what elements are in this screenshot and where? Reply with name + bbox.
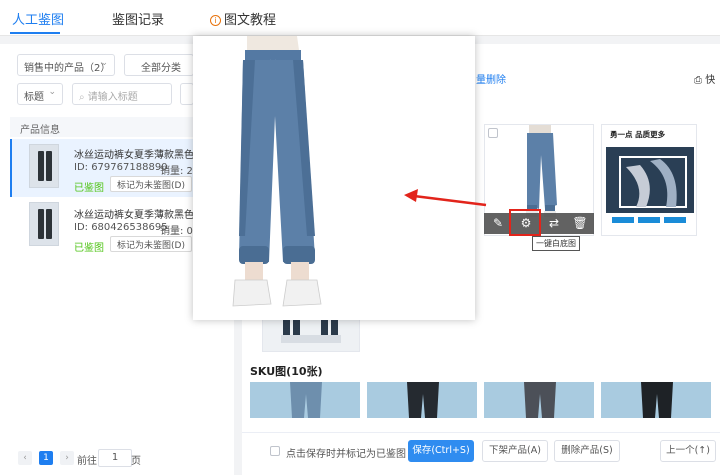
product-sales: 销量: 2	[160, 166, 193, 177]
mark-unreviewed-button[interactable]: 标记为未鉴图(D)	[110, 176, 192, 192]
current-page[interactable]: 1	[39, 451, 53, 465]
product-sales: 销量: 0	[160, 226, 193, 237]
sku-pants-image	[641, 382, 673, 418]
remove-product-button[interactable]: 下架产品(A)	[482, 440, 548, 462]
pants-preview-image	[193, 36, 475, 320]
field-select[interactable]: 标题 ⌄	[17, 83, 63, 105]
sku-image[interactable]	[367, 382, 477, 418]
poster-title: 勇一点 品质更多	[610, 130, 666, 139]
field-select-value: 标题	[24, 92, 44, 103]
category-select-value: 全部分类	[141, 63, 181, 74]
prev-page-button[interactable]: ‹	[18, 451, 32, 465]
page-suffix: 页	[131, 456, 141, 467]
quick-link-label: 快	[705, 75, 716, 86]
printer-icon: ⎙	[694, 75, 702, 86]
sku-pants-image	[524, 382, 556, 418]
replace-icon[interactable]: ⇄	[546, 215, 562, 231]
status-select[interactable]: 销售中的产品（2） ⌄	[17, 54, 115, 76]
info-icon: i	[210, 15, 221, 26]
status-select-value: 销售中的产品（2）	[24, 63, 111, 74]
save-button[interactable]: 保存(Ctrl+S)	[408, 440, 474, 462]
product-thumbnail	[29, 144, 59, 188]
image-preview-popup	[193, 36, 475, 320]
batch-delete-link[interactable]: 量删除	[476, 71, 506, 86]
search-button[interactable]	[180, 83, 194, 105]
chevron-down-icon: ⌄	[48, 87, 56, 97]
tab-manual-review[interactable]: 人工鉴图	[12, 9, 64, 28]
delete-product-button[interactable]: 删除产品(S)	[554, 440, 620, 462]
product-id: ID: 680426538695	[74, 222, 168, 233]
goto-label: 前往	[77, 456, 97, 467]
trash-icon[interactable]: 🗑	[572, 215, 588, 231]
category-select[interactable]: 全部分类	[124, 54, 194, 76]
tab-tutorial[interactable]: i 图文教程	[210, 9, 276, 28]
search-placeholder: 请输入标题	[87, 92, 138, 103]
image-select-checkbox[interactable]	[488, 128, 498, 138]
red-arrow-icon	[404, 189, 487, 207]
search-input[interactable]: ⌕ 请输入标题	[72, 83, 172, 105]
prev-item-button[interactable]: 上一个(↑)	[660, 440, 716, 462]
search-icon: ⌕	[79, 92, 85, 103]
goto-page-input[interactable]: 1	[98, 449, 132, 467]
next-page-button[interactable]: ›	[60, 451, 74, 465]
highlight-box	[509, 209, 541, 236]
product-title: 冰丝运动裤女夏季薄款黑色裤子束	[74, 210, 194, 221]
product-title: 冰丝运动裤女夏季薄款黑色裤子束	[74, 150, 194, 161]
pagination: ‹ 1 › 前往 1 页	[10, 443, 234, 473]
magic-wand-icon[interactable]: ✎	[490, 215, 506, 231]
tab-tutorial-label: 图文教程	[224, 13, 277, 28]
sku-pants-image	[407, 382, 439, 418]
product-id: ID: 679767188890	[74, 162, 168, 173]
sku-image[interactable]	[250, 382, 360, 418]
top-tab-bar: 人工鉴图 鉴图记录 i 图文教程	[0, 0, 720, 36]
sku-pants-image	[290, 382, 322, 418]
poster-image-card[interactable]: 勇一点 品质更多	[601, 124, 697, 236]
chevron-down-icon: ⌄	[100, 58, 108, 68]
status-badge: 已鉴图	[74, 183, 104, 194]
status-badge: 已鉴图	[74, 243, 104, 254]
mark-unreviewed-button[interactable]: 标记为未鉴图(D)	[110, 236, 192, 252]
pants-image	[263, 319, 359, 351]
sku-image[interactable]	[484, 382, 594, 418]
poster-image	[606, 147, 694, 233]
tab-review-records[interactable]: 鉴图记录	[112, 9, 164, 28]
image-card[interactable]	[262, 318, 360, 352]
active-tab-indicator	[10, 32, 60, 34]
tooltip: 一键白底图	[532, 236, 580, 251]
mark-on-save-label: 点击保存时并标记为已鉴图	[286, 449, 406, 460]
quick-link[interactable]: ⎙ 快	[694, 71, 715, 86]
mark-on-save-checkbox[interactable]	[270, 446, 280, 456]
sku-image[interactable]	[601, 382, 711, 418]
sku-section-title: SKU图(10张)	[250, 365, 323, 378]
product-thumbnail	[29, 202, 59, 246]
